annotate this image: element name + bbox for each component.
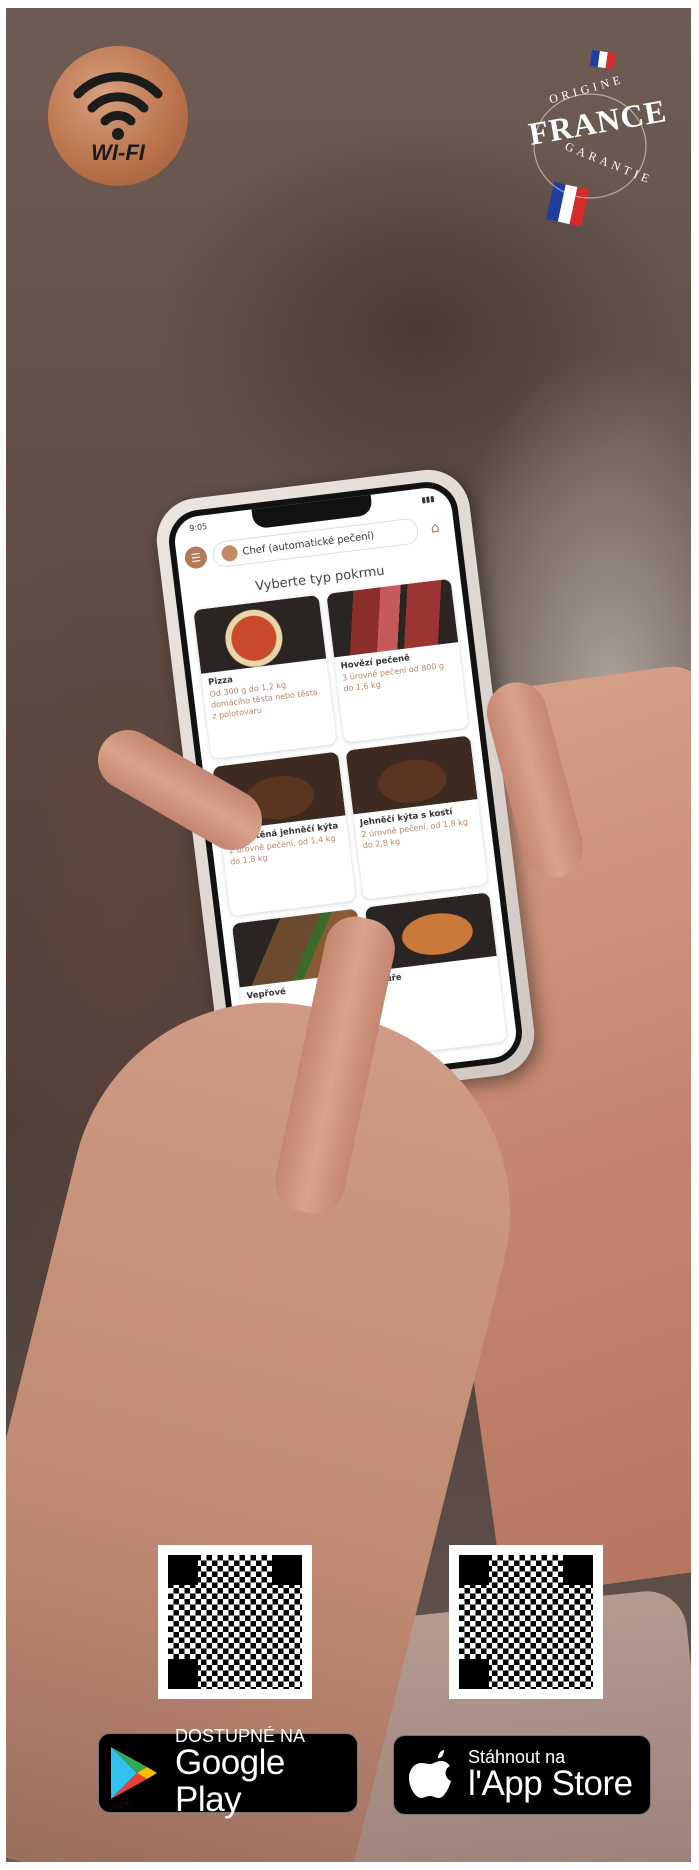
cooking-mode-label: Chef (automatické pečení)	[241, 530, 375, 558]
qr-pattern	[459, 1555, 593, 1689]
status-time: 9:05	[188, 521, 208, 533]
app-store-badge[interactable]: Stáhnout na l'App Store	[393, 1735, 651, 1815]
app-store-text: Stáhnout na l'App Store	[468, 1748, 633, 1803]
home-icon[interactable]: ⌂	[423, 516, 448, 541]
qr-pattern	[168, 1555, 302, 1689]
promo-banner: 9:05 ▮▮▮ ☰ Chef (automatické pečení) ⌂ V…	[0, 0, 699, 1870]
app-store-small-label: Stáhnout na	[468, 1746, 566, 1767]
chef-icon	[220, 544, 239, 563]
dish-card-beef[interactable]: Hovězí pečeně 3 úrovně pečení od 800 g d…	[325, 578, 469, 743]
dish-card-lamb-bone[interactable]: Jehněčí kýta s kostí 2 úrovně pečení, od…	[345, 735, 488, 900]
apple-icon	[409, 1750, 451, 1798]
dish-card-pizza[interactable]: Pizza Od 300 g do 1,2 kg domácího těsta …	[193, 594, 337, 760]
google-play-big-label: Google Play	[175, 1743, 285, 1819]
wifi-icon	[73, 72, 163, 140]
battery-icon: ▮▮▮	[420, 493, 435, 505]
menu-icon[interactable]: ☰	[183, 545, 209, 570]
app-store-qr-code[interactable]	[449, 1545, 603, 1699]
wifi-badge: WI-FI	[48, 46, 188, 186]
origine-france-garantie-seal: ORIGINE FRANCE GARANTIE	[520, 46, 669, 227]
google-play-icon	[111, 1747, 157, 1799]
google-play-qr-code[interactable]	[158, 1545, 312, 1699]
google-play-text: DOSTUPNÉ NA Google Play	[175, 1727, 357, 1819]
wifi-label: WI-FI	[91, 140, 145, 165]
app-store-big-label: l'App Store	[468, 1763, 633, 1803]
google-play-badge[interactable]: DOSTUPNÉ NA Google Play	[98, 1727, 358, 1818]
